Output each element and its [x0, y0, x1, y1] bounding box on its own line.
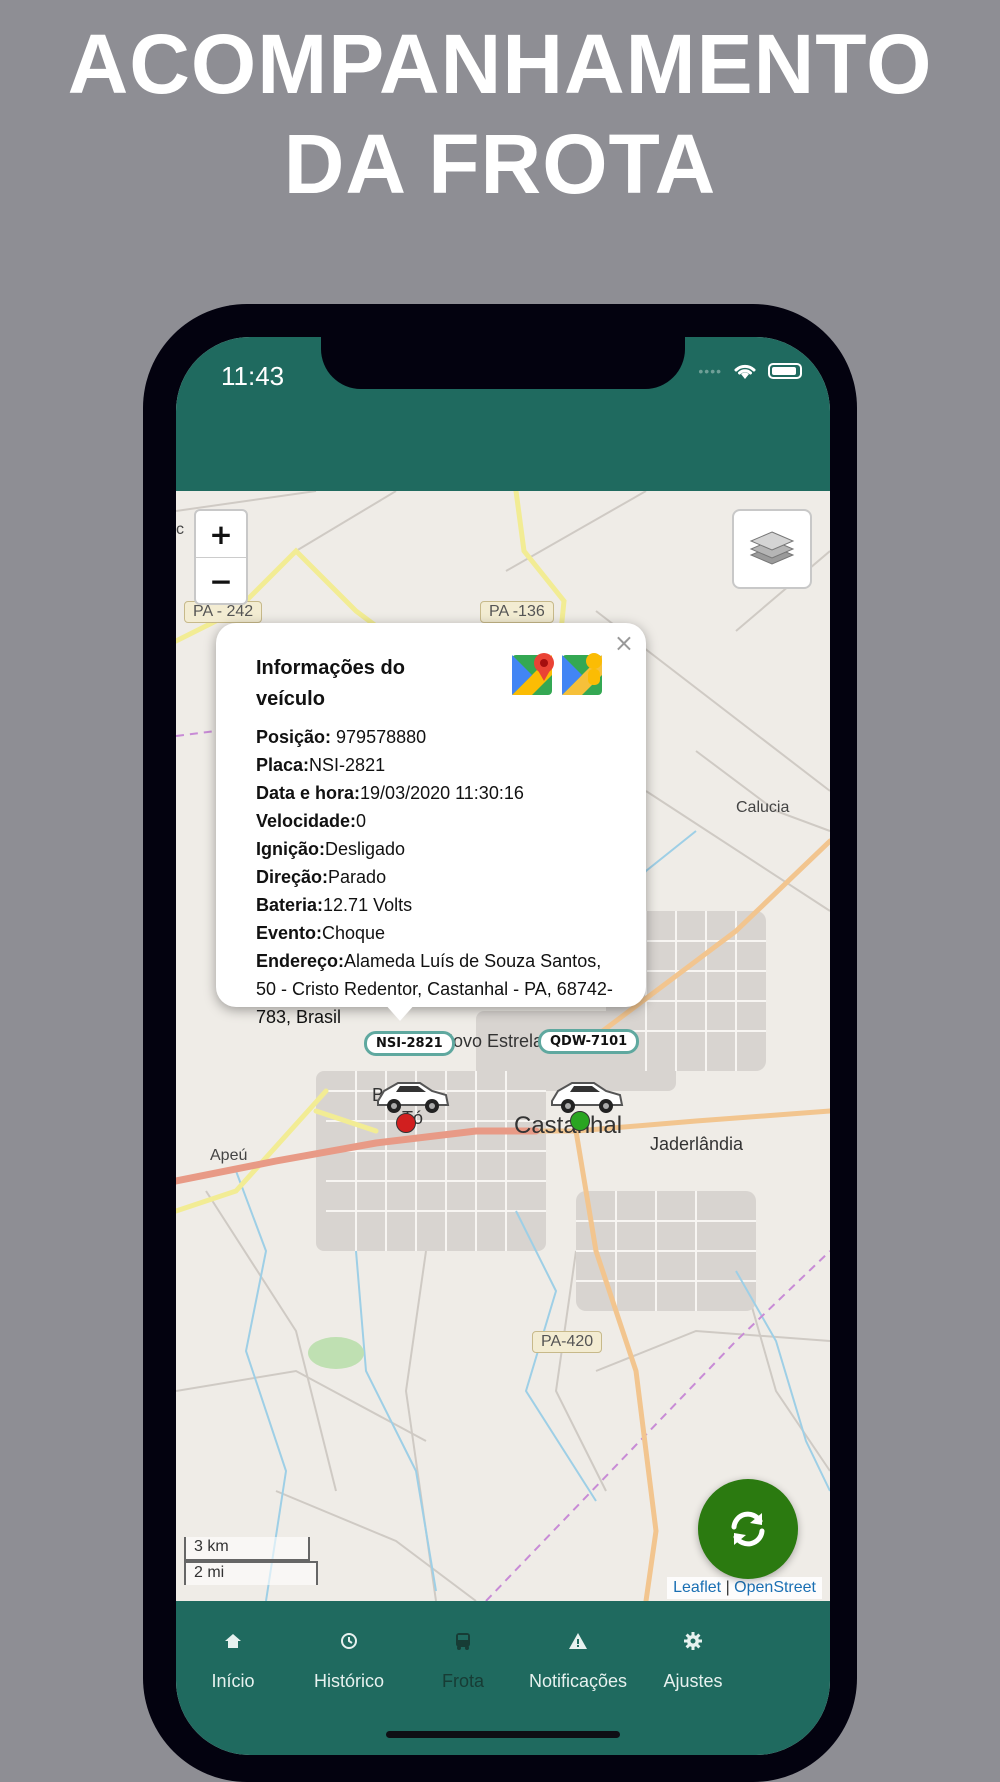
road-label-pa136: PA -136 [480, 601, 554, 623]
signal-dots-icon: •••• [698, 363, 722, 379]
tab-ajustes[interactable]: Ajustes [628, 1629, 758, 1692]
headline: ACOMPANHAMENTO DA FROTA [0, 14, 1000, 214]
car-icon[interactable] [546, 1075, 626, 1117]
scale-mi: 2 mi [184, 1561, 318, 1585]
headline-line-2: DA FROTA [283, 117, 717, 211]
popup-row-data-hora: Data e hora:19/03/2020 11:30:16 [256, 783, 524, 803]
tab-inicio[interactable]: Início [176, 1629, 298, 1692]
map-scale: 3 km 2 mi [184, 1537, 318, 1587]
street-view-icon[interactable] [562, 651, 606, 695]
battery-icon [768, 363, 802, 379]
tab-label-historico: Histórico [313, 1671, 384, 1691]
car-icon[interactable] [372, 1075, 452, 1117]
history-icon [341, 1633, 357, 1649]
warning-icon [569, 1633, 587, 1649]
layers-icon [749, 531, 795, 565]
vehicle-status-dot [396, 1113, 416, 1133]
popup-title: Informações do veículo [256, 657, 405, 710]
road-label-pa420: PA-420 [532, 1331, 603, 1353]
vehicle-info-popup: × Informações do veículo Posição: 979578… [216, 623, 646, 1027]
openstreetmap-link[interactable]: OpenStreet [734, 1579, 816, 1596]
status-icons: •••• [698, 361, 802, 381]
popup-row-posicao: Posição: 979578880 [256, 727, 427, 747]
gear-icon [684, 1632, 702, 1650]
vehicle-plate-label[interactable]: NSI-2821 [364, 1031, 455, 1056]
headline-line-1: ACOMPANHAMENTO [67, 17, 933, 111]
popup-row-evento: Evento:Choque [256, 923, 386, 943]
place-label-edge: c [176, 521, 184, 538]
tab-label-frota: Frota [441, 1671, 484, 1691]
zoom-in-button[interactable]: + [196, 511, 246, 557]
popup-row-ignicao: Ignição:Desligado [256, 839, 406, 859]
refresh-button[interactable] [698, 1479, 798, 1579]
wifi-icon [734, 364, 756, 379]
attribution-separator: | [725, 1579, 730, 1596]
vehicle-plate-label[interactable]: QDW-7101 [538, 1029, 640, 1054]
zoom-control: + − [194, 509, 248, 605]
place-label-novo-estrela: Novo Estrela [440, 1031, 544, 1051]
home-indicator [386, 1731, 620, 1738]
tab-label-ajustes: Ajustes [663, 1671, 723, 1691]
tab-historico[interactable]: Histórico [284, 1629, 414, 1692]
popup-pointer [384, 1003, 416, 1021]
status-time: 11:43 [221, 361, 285, 391]
device-notch [321, 337, 685, 389]
tab-frota[interactable]: Frota [398, 1629, 528, 1692]
popup-row-endereco: Endereço:Alameda Luís de Souza Santos, 5… [256, 951, 613, 1027]
place-label-apeu: Apeú [210, 1147, 248, 1164]
app-header: 11:43 •••• [176, 337, 830, 491]
tab-label-inicio: Início [211, 1671, 255, 1691]
vehicle-status-dot [570, 1111, 590, 1131]
place-label-jaderlandia: Jaderlândia [650, 1134, 744, 1154]
home-icon [225, 1634, 241, 1648]
popup-row-direcao: Direção:Parado [256, 867, 387, 887]
zoom-out-button[interactable]: − [196, 558, 246, 604]
tab-notificacoes[interactable]: Notificações [513, 1629, 643, 1692]
layers-button[interactable] [732, 509, 812, 589]
refresh-icon [731, 1511, 765, 1547]
popup-row-velocidade: Velocidade:0 [256, 811, 367, 831]
leaflet-link[interactable]: Leaflet [673, 1579, 721, 1596]
popup-close-button[interactable]: × [614, 629, 634, 657]
scale-km: 3 km [184, 1537, 310, 1561]
bottom-tab-bar: Início Histórico Frota Notificações Ajus… [176, 1601, 830, 1755]
popup-row-bateria: Bateria:12.71 Volts [256, 895, 413, 915]
map-attribution: Leaflet | OpenStreet [667, 1577, 822, 1599]
place-label-calucia: Calucia [736, 799, 790, 816]
popup-row-placa: Placa:NSI-2821 [256, 755, 386, 775]
tab-label-notificacoes: Notificações [528, 1671, 628, 1691]
google-maps-icon[interactable] [512, 651, 556, 695]
popup-map-links [512, 651, 606, 695]
bus-icon [456, 1633, 470, 1650]
fleet-map[interactable]: c PA - 242 PA -136 PA-420 Calucia Apeú C… [176, 491, 830, 1601]
app-screen: 11:43 •••• c PA - 242 PA -136 PA-420 Cal… [176, 337, 830, 1755]
popup-details: Posição: 979578880 Placa:NSI-2821 Data e… [256, 723, 626, 1031]
